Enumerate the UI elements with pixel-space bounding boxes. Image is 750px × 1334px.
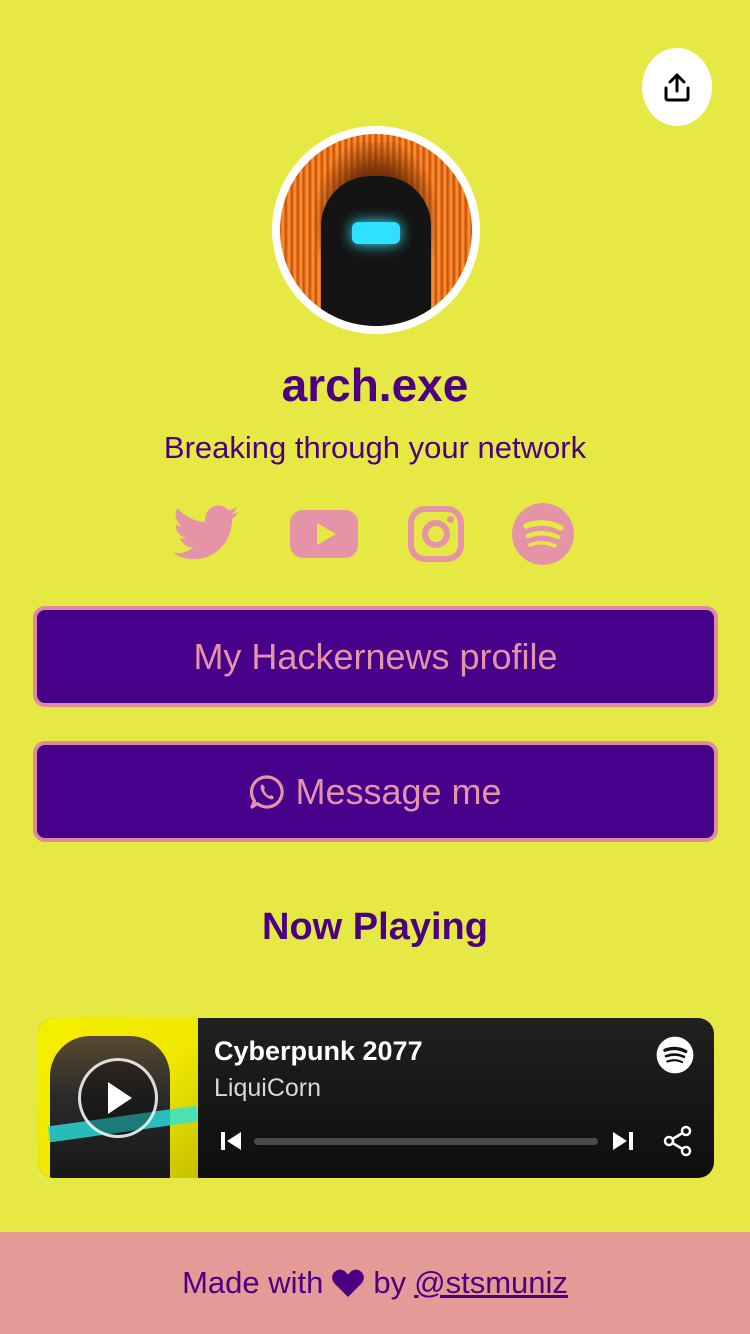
twitter-icon bbox=[174, 505, 240, 561]
playback-progress-bar[interactable] bbox=[254, 1138, 598, 1145]
track-artist: LiquiCorn bbox=[214, 1074, 322, 1102]
footer: Made with by @stsmuniz bbox=[0, 1232, 750, 1334]
author-handle-link[interactable]: @stsmuniz bbox=[414, 1265, 568, 1301]
previous-track-button[interactable] bbox=[218, 1128, 244, 1154]
album-cover bbox=[38, 1018, 198, 1178]
profile-name: arch.exe bbox=[281, 359, 469, 411]
youtube-icon bbox=[289, 509, 359, 559]
next-track-button[interactable] bbox=[610, 1128, 636, 1154]
message-me-button[interactable]: Message me bbox=[33, 741, 718, 842]
twitter-link[interactable] bbox=[174, 504, 240, 562]
share-button[interactable] bbox=[642, 48, 712, 126]
skip-back-icon bbox=[218, 1128, 244, 1154]
footer-by: by bbox=[373, 1265, 407, 1300]
footer-made-with: Made with bbox=[182, 1265, 324, 1300]
hackernews-button-label: My Hackernews profile bbox=[193, 635, 558, 677]
spotify-logo-icon bbox=[656, 1036, 694, 1079]
skip-forward-icon bbox=[610, 1128, 636, 1154]
hackernews-profile-button[interactable]: My Hackernews profile bbox=[33, 606, 718, 707]
upload-share-icon bbox=[663, 72, 691, 102]
play-icon bbox=[100, 1078, 136, 1118]
profile-bio: Breaking through your network bbox=[163, 430, 587, 465]
share-nodes-icon bbox=[662, 1125, 694, 1157]
heart-icon bbox=[331, 1268, 365, 1298]
message-button-label: Message me bbox=[295, 770, 502, 812]
now-playing-title: Now Playing bbox=[262, 906, 488, 948]
profile-avatar bbox=[272, 126, 480, 334]
spotify-icon bbox=[511, 502, 575, 566]
youtube-link[interactable] bbox=[289, 508, 359, 560]
track-share-button[interactable] bbox=[662, 1125, 694, 1157]
avatar-photo bbox=[280, 134, 472, 326]
instagram-icon bbox=[407, 505, 465, 563]
instagram-link[interactable] bbox=[406, 504, 466, 564]
spotify-player-widget: Cyberpunk 2077 LiquiCorn bbox=[38, 1018, 714, 1178]
track-title: Cyberpunk 2077 bbox=[214, 1036, 423, 1066]
spotify-link[interactable] bbox=[511, 502, 575, 566]
play-button[interactable] bbox=[78, 1058, 158, 1138]
whatsapp-icon bbox=[249, 774, 285, 810]
